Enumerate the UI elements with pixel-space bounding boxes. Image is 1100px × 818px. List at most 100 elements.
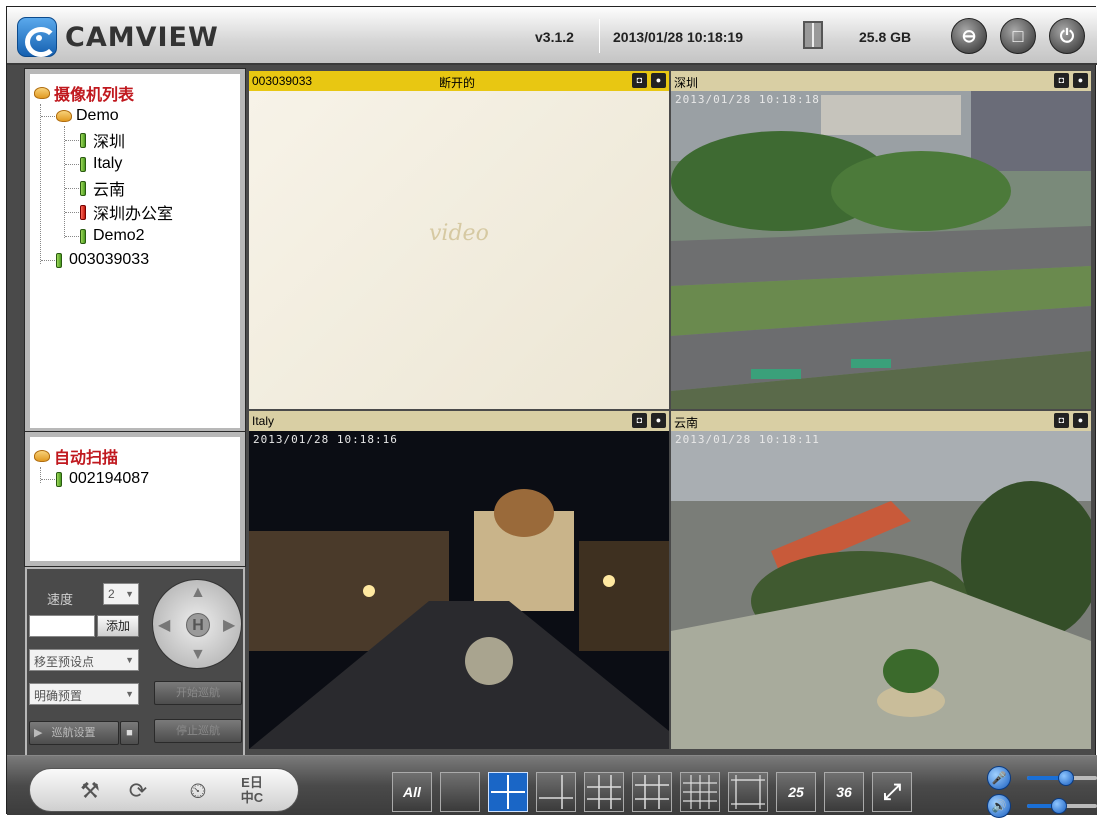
arrow-down-icon[interactable]: ▼ xyxy=(190,646,206,664)
layout-13-button[interactable] xyxy=(680,772,720,812)
cruise-settings-button[interactable]: ▶ 巡航设置 xyxy=(29,721,119,745)
start-cruise-button[interactable]: 开始巡航 xyxy=(154,681,242,705)
camera-online-icon xyxy=(80,132,86,148)
video-camera-name: 深圳 xyxy=(674,76,699,90)
tree-item-label: 云南 xyxy=(93,182,126,199)
video-title-bar: 云南 ◘ ● xyxy=(671,411,1091,431)
tree-item-label: 深圳办公室 xyxy=(93,206,174,223)
tools-group: ⚒ ⟳ ⏲ E日 中C xyxy=(29,768,299,812)
tree-item-italy[interactable]: Italy xyxy=(80,153,122,175)
video-camera-name: 003039033 xyxy=(252,74,313,88)
power-button[interactable]: ⏻ xyxy=(1049,18,1085,54)
camera-online-icon xyxy=(56,471,62,487)
layout-4-button[interactable] xyxy=(488,772,528,812)
fullscreen-icon[interactable]: ⤢ xyxy=(872,772,912,812)
stop-cruise-button[interactable]: 停止巡航 xyxy=(154,719,242,743)
stop-icon[interactable]: ■ xyxy=(120,721,139,745)
camera-list-root[interactable]: 摄像机列表 xyxy=(34,82,134,104)
speed-value: 2 xyxy=(108,587,115,601)
divider xyxy=(599,19,600,53)
video-tile-4[interactable]: 云南 ◘ ● 2013/01/28 10:18:11 xyxy=(671,411,1091,749)
video-tile-2[interactable]: 深圳 ◘ ● 2013/01/28 10:18:18 xyxy=(671,71,1091,409)
auto-scan-panel: 自动扫描 002194087 xyxy=(24,431,246,567)
tree-item-yunnan[interactable]: 云南 xyxy=(80,177,125,199)
disk-free-label: 25.8 GB xyxy=(859,29,912,45)
ptz-control-panel: 速度 2 ▼ 添加 移至预设点 ▼ 明确预置 ▼ ▶ 巡航设置 ■ 开始巡航 停止巡航… xyxy=(25,567,245,757)
video-camera-name: Italy xyxy=(252,414,275,428)
video-timestamp: 2013/01/28 10:18:11 xyxy=(675,433,820,446)
camview-window: CAMVIEW v3.1.2 2013/01/28 10:18:19 25.8 … xyxy=(6,6,1097,818)
tree-item-shenzhen[interactable]: 深圳 xyxy=(80,129,125,151)
language-bottom: 中C xyxy=(240,790,264,805)
snapshot-icon[interactable]: ◘ xyxy=(1054,73,1069,88)
clear-preset-select[interactable]: 明确预置 ▼ xyxy=(29,683,139,705)
add-preset-button[interactable]: 添加 xyxy=(97,615,139,637)
chevron-down-icon: ▼ xyxy=(125,589,134,599)
language-icon[interactable]: E日 中C xyxy=(236,775,268,807)
group-label: Demo xyxy=(76,107,119,124)
video-watermark: video xyxy=(429,221,489,246)
bottom-toolbar: ⚒ ⟳ ⏲ E日 中C All 25 36 ⤢ 🎤 🔊 xyxy=(7,755,1097,818)
record-icon[interactable]: ● xyxy=(651,413,666,428)
camview-logo-icon xyxy=(17,17,57,57)
goto-preset-select[interactable]: 移至预设点 ▼ xyxy=(29,649,139,671)
layout-36-button[interactable]: 36 xyxy=(824,772,864,812)
microphone-icon[interactable]: 🎤 xyxy=(987,766,1011,790)
camera-online-icon xyxy=(80,180,86,196)
tree-item-label: 003039033 xyxy=(69,251,150,268)
layout-8-button[interactable] xyxy=(584,772,624,812)
camera-online-icon xyxy=(56,252,62,268)
auto-scan-root[interactable]: 自动扫描 xyxy=(34,445,118,467)
arrow-right-icon[interactable]: ▶ xyxy=(223,615,235,635)
volume-slider-knob[interactable] xyxy=(1050,798,1067,814)
clear-preset-label: 明确预置 xyxy=(34,689,83,703)
layout-16-button[interactable] xyxy=(728,772,768,812)
snapshot-icon[interactable]: ◘ xyxy=(632,413,647,428)
home-icon[interactable]: H xyxy=(186,613,210,637)
video-camera-name: 云南 xyxy=(674,416,699,430)
speed-select[interactable]: 2 ▼ xyxy=(103,583,139,605)
snapshot-icon[interactable]: ◘ xyxy=(1054,413,1069,428)
speaker-icon[interactable]: 🔊 xyxy=(987,794,1011,818)
minimize-button[interactable]: ⊖ xyxy=(951,18,987,54)
tree-item-label: Demo2 xyxy=(93,227,145,244)
mic-slider-knob[interactable] xyxy=(1057,770,1074,786)
record-icon[interactable]: ● xyxy=(1073,413,1088,428)
preset-name-input[interactable] xyxy=(29,615,95,637)
video-status: 断开的 xyxy=(439,76,476,90)
layout-9-button[interactable] xyxy=(632,772,672,812)
refresh-icon[interactable]: ⟳ xyxy=(122,775,154,807)
layout-25-button[interactable]: 25 xyxy=(776,772,816,812)
video-timestamp: 2013/01/28 10:18:18 xyxy=(675,93,820,106)
video-tile-3[interactable]: Italy ◘ ● 2013/01/28 10:18:16 xyxy=(249,411,669,749)
mic-slider[interactable] xyxy=(1027,770,1097,786)
arrow-up-icon[interactable]: ▲ xyxy=(190,584,206,602)
tree-item-shenzhen-office[interactable]: 深圳办公室 xyxy=(80,201,173,223)
video-tile-1[interactable]: 003039033 断开的 ◘ ● video xyxy=(249,71,669,409)
tree-group-demo[interactable]: Demo xyxy=(56,105,119,127)
record-icon[interactable]: ● xyxy=(1073,73,1088,88)
maximize-button[interactable]: □ xyxy=(1000,18,1036,54)
camera-feed-yunnan xyxy=(671,431,1091,749)
volume-slider[interactable] xyxy=(1027,798,1097,814)
ptz-direction-pad[interactable]: ▲ ▼ ◀ ▶ H xyxy=(152,579,242,669)
tree-item-003039033[interactable]: 003039033 xyxy=(56,249,149,271)
layout-all-button[interactable]: All xyxy=(392,772,432,812)
tree-item-demo2[interactable]: Demo2 xyxy=(80,225,145,247)
layout-6-button[interactable] xyxy=(536,772,576,812)
schedule-icon[interactable]: ⏲ xyxy=(182,775,214,807)
settings-tools-icon[interactable]: ⚒ xyxy=(74,775,106,807)
speed-label: 速度 xyxy=(47,592,74,607)
arrow-left-icon[interactable]: ◀ xyxy=(158,615,170,635)
tree-item-002194087[interactable]: 002194087 xyxy=(56,468,149,490)
brand-name: CAMVIEW xyxy=(65,21,219,53)
record-icon[interactable]: ● xyxy=(651,73,666,88)
folder-icon xyxy=(56,110,72,122)
play-icon: ▶ xyxy=(34,727,43,739)
video-title-bar: Italy ◘ ● xyxy=(249,411,669,431)
snapshot-icon[interactable]: ◘ xyxy=(632,73,647,88)
disk-icon xyxy=(803,21,823,49)
layout-1-button[interactable] xyxy=(440,772,480,812)
chevron-down-icon: ▼ xyxy=(125,655,134,665)
video-title-bar: 003039033 断开的 ◘ ● xyxy=(249,71,669,91)
